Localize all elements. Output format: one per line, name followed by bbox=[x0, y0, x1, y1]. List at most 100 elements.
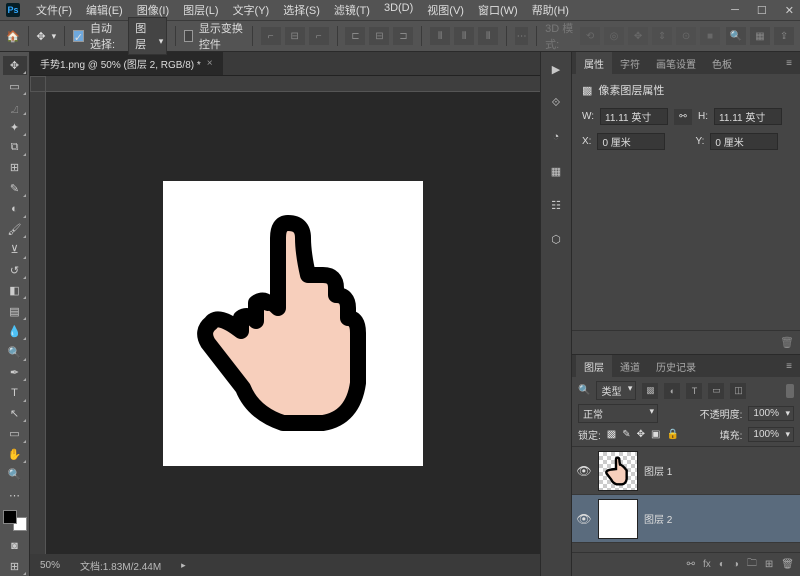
eraser-tool[interactable]: ◧ bbox=[3, 281, 27, 300]
menu-edit[interactable]: 编辑(E) bbox=[80, 0, 129, 20]
new-layer-icon[interactable]: ⊞ bbox=[765, 559, 773, 570]
align-vcenter-icon[interactable]: ⊟ bbox=[285, 27, 305, 45]
distribute-icon-3[interactable]: ⫴ bbox=[478, 27, 498, 45]
play-icon[interactable]: ▶ bbox=[545, 58, 567, 80]
history-icon[interactable]: ⟐ bbox=[545, 92, 567, 114]
lasso-tool[interactable]: 𓈎 bbox=[3, 97, 27, 116]
menu-window[interactable]: 窗口(W) bbox=[472, 0, 524, 20]
align-bottom-icon[interactable]: ⌐ bbox=[309, 27, 329, 45]
brush-tool[interactable]: 🖌 bbox=[3, 220, 27, 239]
zoom-level[interactable]: 50% bbox=[40, 560, 60, 571]
document-canvas[interactable] bbox=[163, 181, 423, 466]
layer-thumb[interactable] bbox=[598, 451, 638, 491]
mask-icon[interactable]: ◐ bbox=[719, 559, 725, 570]
type-tool[interactable]: T bbox=[3, 383, 27, 402]
maximize-icon[interactable]: ☐ bbox=[757, 4, 767, 17]
align-hcenter-icon[interactable]: ⊟ bbox=[369, 27, 389, 45]
filter-shape-icon[interactable]: ▭ bbox=[708, 383, 724, 399]
document-tab[interactable]: 手势1.png @ 50% (图层 2, RGB/8) * × bbox=[30, 52, 224, 75]
pen-tool[interactable]: ✒ bbox=[3, 363, 27, 382]
blur-tool[interactable]: 💧 bbox=[3, 322, 27, 341]
magic-wand-tool[interactable]: ✦ bbox=[3, 117, 27, 136]
x-input[interactable] bbox=[597, 133, 665, 150]
zoom-tool[interactable]: 🔍 bbox=[3, 465, 27, 484]
opacity-input[interactable]: 100% bbox=[748, 406, 794, 421]
visibility-icon[interactable]: 👁 bbox=[576, 512, 592, 526]
transform-checkbox[interactable] bbox=[184, 30, 193, 42]
link-wh-icon[interactable]: ⚯ bbox=[674, 109, 692, 125]
layer-name[interactable]: 图层 2 bbox=[644, 511, 672, 526]
dodge-tool[interactable]: 🔍 bbox=[3, 342, 27, 361]
info-icon[interactable]: ◔ bbox=[545, 126, 567, 148]
autoselect-checkbox[interactable]: ✓ bbox=[73, 30, 84, 42]
menu-file[interactable]: 文件(F) bbox=[30, 0, 78, 20]
healing-tool[interactable]: ◐ bbox=[3, 199, 27, 218]
y-input[interactable] bbox=[710, 133, 778, 150]
layer-row[interactable]: 👁 图层 1 bbox=[572, 447, 800, 495]
align-right-icon[interactable]: ⊐ bbox=[393, 27, 413, 45]
move-tool[interactable]: ✥ bbox=[3, 56, 27, 75]
history-brush-tool[interactable]: ↺ bbox=[3, 261, 27, 280]
lock-all-icon[interactable]: 🔒 bbox=[666, 429, 678, 440]
menu-filter[interactable]: 滤镜(T) bbox=[328, 0, 376, 20]
menu-view[interactable]: 视图(V) bbox=[421, 0, 470, 20]
filter-type-icon[interactable]: T bbox=[686, 383, 702, 399]
menu-layer[interactable]: 图层(L) bbox=[177, 0, 224, 20]
layer-thumb[interactable] bbox=[598, 499, 638, 539]
lock-position-icon[interactable]: ✥ bbox=[637, 429, 645, 440]
libraries-icon[interactable]: ☷ bbox=[545, 194, 567, 216]
link-layers-icon[interactable]: ⚯ bbox=[687, 559, 695, 570]
share-icon[interactable]: ⇪ bbox=[774, 27, 794, 45]
align-top-icon[interactable]: ⌐ bbox=[261, 27, 281, 45]
group-icon[interactable]: 🗀 bbox=[747, 556, 757, 573]
marquee-tool[interactable]: ▭ bbox=[3, 76, 27, 95]
tab-history[interactable]: 历史记录 bbox=[648, 355, 704, 378]
tab-properties[interactable]: 属性 bbox=[576, 52, 612, 75]
blend-mode-dropdown[interactable]: 正常 bbox=[578, 404, 658, 423]
menu-3d[interactable]: 3D(D) bbox=[378, 0, 419, 20]
3d-icon[interactable]: ⬡ bbox=[545, 228, 567, 250]
menu-type[interactable]: 文字(Y) bbox=[227, 0, 276, 20]
tab-channels[interactable]: 通道 bbox=[612, 355, 648, 378]
lock-pixel-icon[interactable]: ▩ bbox=[607, 429, 616, 440]
layer-name[interactable]: 图层 1 bbox=[644, 463, 672, 478]
eyedropper-tool[interactable]: ✎ bbox=[3, 179, 27, 198]
filter-kind-dropdown[interactable]: 类型 bbox=[596, 381, 636, 400]
tab-layers[interactable]: 图层 bbox=[576, 355, 612, 378]
delete-layer-icon[interactable]: 🗑 bbox=[781, 559, 794, 570]
close-icon[interactable]: ✕ bbox=[785, 4, 794, 17]
edit-toolbar[interactable]: ⋯ bbox=[3, 486, 27, 505]
quickmask-tool[interactable]: ◙ bbox=[3, 536, 27, 555]
canvas-area[interactable] bbox=[30, 76, 540, 554]
tab-character[interactable]: 字符 bbox=[612, 52, 648, 75]
crop-tool[interactable]: ⧉ bbox=[3, 138, 27, 157]
more-icon[interactable]: ⋯ bbox=[515, 27, 529, 45]
visibility-icon[interactable]: 👁 bbox=[576, 464, 592, 478]
lock-brush-icon[interactable]: ✎ bbox=[622, 429, 630, 440]
swatches-icon[interactable]: ▦ bbox=[545, 160, 567, 182]
align-left-icon[interactable]: ⊏ bbox=[345, 27, 365, 45]
fill-input[interactable]: 100% bbox=[748, 427, 794, 442]
search-icon[interactable]: 🔍 bbox=[726, 27, 746, 45]
ruler-vertical[interactable] bbox=[30, 92, 46, 554]
shape-tool[interactable]: ▭ bbox=[3, 424, 27, 443]
filter-pixel-icon[interactable]: ▩ bbox=[642, 383, 658, 399]
arrange-icon[interactable]: ▦ bbox=[750, 27, 770, 45]
color-swatches[interactable] bbox=[3, 510, 27, 531]
trash-icon[interactable]: 🗑 bbox=[780, 336, 794, 349]
distribute-icon[interactable]: ⫴ bbox=[430, 27, 450, 45]
filter-toggle[interactable] bbox=[786, 384, 794, 398]
height-input[interactable] bbox=[714, 108, 782, 125]
home-icon[interactable]: 🏠 bbox=[6, 28, 20, 44]
path-tool[interactable]: ↖ bbox=[3, 404, 27, 423]
hand-tool[interactable]: ✋ bbox=[3, 445, 27, 464]
autoselect-dropdown[interactable]: 图层 bbox=[128, 17, 167, 55]
lock-artboard-icon[interactable]: ▣ bbox=[651, 429, 660, 440]
distribute-icon-2[interactable]: ⫴ bbox=[454, 27, 474, 45]
panel-menu-icon[interactable]: ≡ bbox=[782, 58, 796, 69]
tab-swatches[interactable]: 色板 bbox=[704, 52, 740, 75]
move-tool-icon[interactable]: ✥ bbox=[36, 30, 45, 43]
ruler-horizontal[interactable] bbox=[46, 76, 540, 92]
layers-menu-icon[interactable]: ≡ bbox=[782, 361, 796, 372]
doc-info[interactable]: 文档:1.83M/2.44M bbox=[80, 558, 161, 573]
